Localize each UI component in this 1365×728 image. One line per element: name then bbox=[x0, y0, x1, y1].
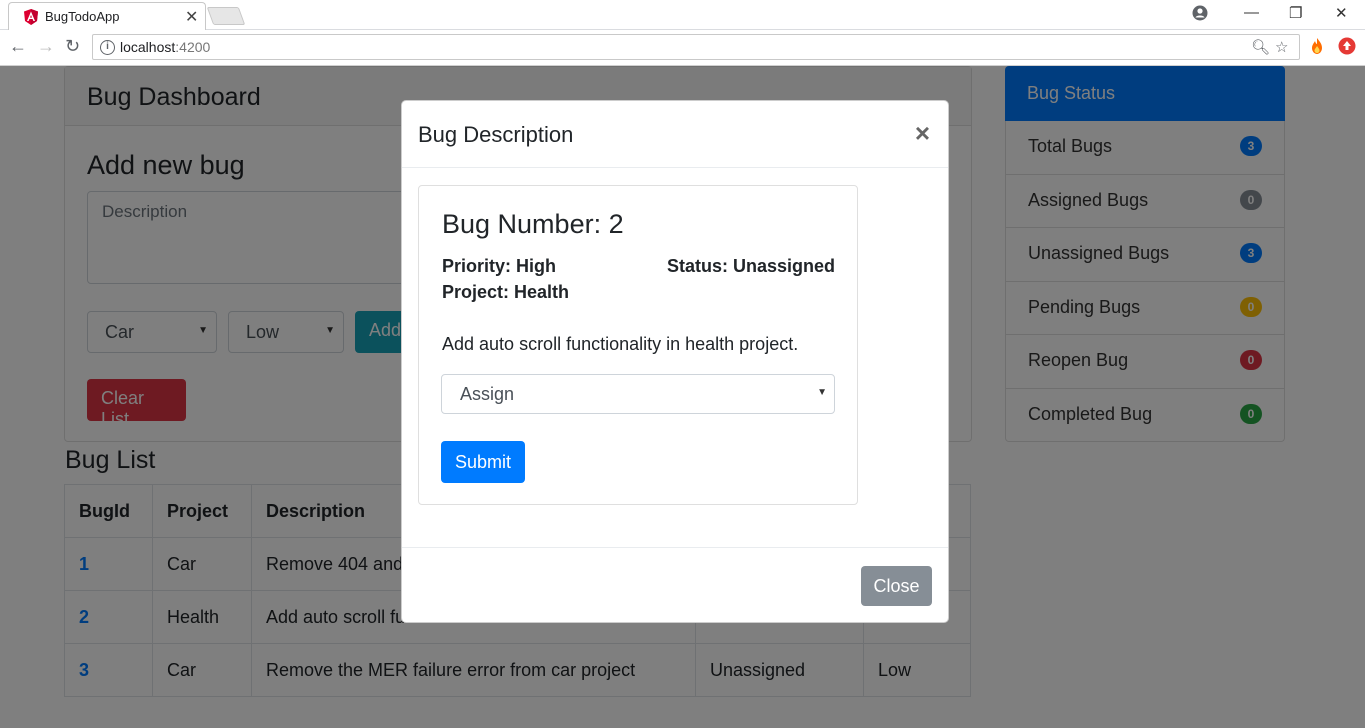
profile-icon[interactable] bbox=[1192, 5, 1208, 21]
fire-extension-icon[interactable] bbox=[1308, 37, 1326, 55]
minimize-icon[interactable]: — bbox=[1244, 4, 1259, 21]
bug-status: Status: Unassigned bbox=[666, 256, 835, 276]
zoom-icon[interactable]: 🔍︎ bbox=[1251, 38, 1270, 56]
modal-header: Bug Description × bbox=[402, 101, 948, 168]
address-bar[interactable]: i localhost:4200 🔍︎ ☆ bbox=[92, 34, 1300, 60]
assign-select[interactable]: Assign ▼ bbox=[441, 374, 835, 414]
browser-tab[interactable]: BugTodoApp ✕ bbox=[8, 2, 206, 30]
bug-project: Project: Health bbox=[442, 282, 570, 302]
bug-number: Bug Number: 2 bbox=[442, 209, 624, 239]
caret-down-icon: ▼ bbox=[817, 387, 827, 398]
back-icon[interactable]: ← bbox=[9, 36, 27, 57]
browser-tabstrip: BugTodoApp ✕ — ❐ ✕ bbox=[0, 0, 1365, 30]
angular-icon bbox=[24, 9, 38, 25]
forward-icon[interactable]: → bbox=[37, 36, 55, 57]
new-tab-button[interactable] bbox=[206, 7, 246, 25]
star-icon[interactable]: ☆ bbox=[1275, 38, 1288, 56]
browser-toolbar: ← → ↻ i localhost:4200 🔍︎ ☆ bbox=[0, 30, 1365, 66]
restore-icon[interactable]: ❐ bbox=[1289, 4, 1302, 22]
bug-description-text: Add auto scroll functionality in health … bbox=[442, 334, 799, 354]
bug-priority: Priority: High bbox=[442, 256, 557, 276]
modal-title: Bug Description bbox=[418, 122, 574, 147]
bug-detail-card: Bug Number: 2 Priority: High Status: Una… bbox=[418, 185, 858, 505]
tab-title: BugTodoApp bbox=[45, 9, 120, 24]
close-button[interactable]: Close bbox=[861, 566, 932, 606]
bug-description-modal: Bug Description × Bug Number: 2 Priority… bbox=[401, 100, 949, 623]
upload-extension-icon[interactable] bbox=[1338, 37, 1356, 55]
window-close-icon[interactable]: ✕ bbox=[1335, 4, 1348, 22]
modal-footer: Close bbox=[402, 547, 948, 623]
reload-icon[interactable]: ↻ bbox=[65, 36, 80, 57]
url-text: localhost:4200 bbox=[120, 39, 211, 55]
tab-close-icon[interactable]: ✕ bbox=[185, 7, 198, 27]
close-icon[interactable]: × bbox=[915, 118, 930, 149]
info-icon[interactable]: i bbox=[100, 40, 115, 55]
submit-button[interactable]: Submit bbox=[441, 441, 525, 483]
